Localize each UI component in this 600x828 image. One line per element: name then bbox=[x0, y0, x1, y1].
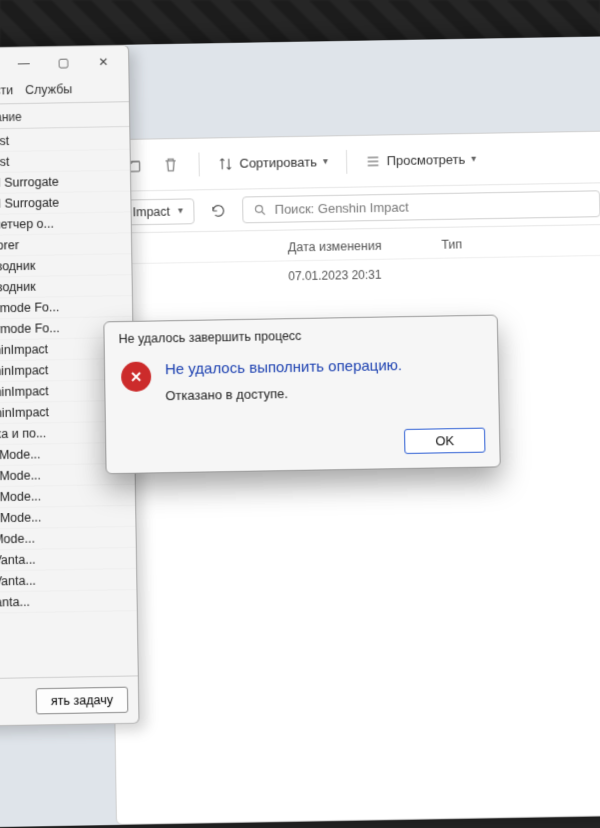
file-explorer-window: Сортировать ▾ Просмотреть ▾ Impact ▾ Пои… bbox=[106, 130, 600, 825]
column-description[interactable]: Описание bbox=[0, 102, 129, 130]
view-label: Просмотреть bbox=[387, 152, 466, 168]
titlebar: — ▢ ✕ bbox=[0, 46, 129, 81]
sort-label: Сортировать bbox=[239, 154, 317, 170]
maximize-button[interactable]: ▢ bbox=[48, 52, 78, 74]
dialog-message: Не удалось выполнить операцию. Отказано … bbox=[165, 357, 403, 403]
tab-services[interactable]: Службы bbox=[25, 82, 72, 97]
end-task-button[interactable]: ять задачу bbox=[36, 687, 129, 715]
chevron-down-icon: ▾ bbox=[471, 154, 476, 165]
sort-button[interactable]: Сортировать ▾ bbox=[217, 154, 328, 172]
minimize-button[interactable]: — bbox=[9, 52, 39, 74]
dialog-headline: Не удалось выполнить операцию. bbox=[165, 357, 402, 378]
col-type[interactable]: Тип bbox=[441, 237, 462, 251]
tab-details[interactable]: обности bbox=[0, 83, 13, 98]
col-modified[interactable]: Дата изменения bbox=[288, 239, 382, 255]
taskmgr-footer: ять задачу bbox=[0, 675, 139, 725]
toolbar-separator bbox=[346, 149, 347, 173]
delete-icon[interactable] bbox=[161, 154, 181, 174]
toolbar-separator bbox=[198, 152, 199, 176]
error-icon bbox=[121, 361, 151, 391]
breadcrumb-text: Impact bbox=[132, 204, 170, 219]
refresh-button[interactable] bbox=[204, 196, 232, 224]
breadcrumb[interactable]: Impact ▾ bbox=[121, 198, 194, 225]
file-row-date: 07.01.2023 20:31 bbox=[288, 268, 381, 284]
chevron-down-icon: ▾ bbox=[178, 206, 183, 217]
desktop-surface: Сортировать ▾ Просмотреть ▾ Impact ▾ Пои… bbox=[0, 36, 600, 827]
taskmgr-tabs: обности Службы bbox=[0, 77, 129, 105]
close-button[interactable]: ✕ bbox=[88, 51, 118, 73]
list-item[interactable]: o.Vanta... bbox=[0, 590, 137, 614]
ok-button[interactable]: OK bbox=[404, 428, 485, 454]
search-input[interactable]: Поиск: Genshin Impact bbox=[242, 190, 600, 223]
dialog-detail: Отказано в доступе. bbox=[165, 384, 402, 403]
search-placeholder: Поиск: Genshin Impact bbox=[275, 200, 409, 217]
explorer-toolbar: Сортировать ▾ Просмотреть ▾ bbox=[107, 131, 600, 191]
view-button[interactable]: Просмотреть ▾ bbox=[365, 151, 477, 169]
chevron-down-icon: ▾ bbox=[323, 156, 328, 167]
dialog-actions: OK bbox=[106, 417, 500, 473]
error-dialog: Не удалось завершить процесс Не удалось … bbox=[103, 315, 500, 475]
dialog-body: Не удалось выполнить операцию. Отказано … bbox=[105, 345, 499, 424]
